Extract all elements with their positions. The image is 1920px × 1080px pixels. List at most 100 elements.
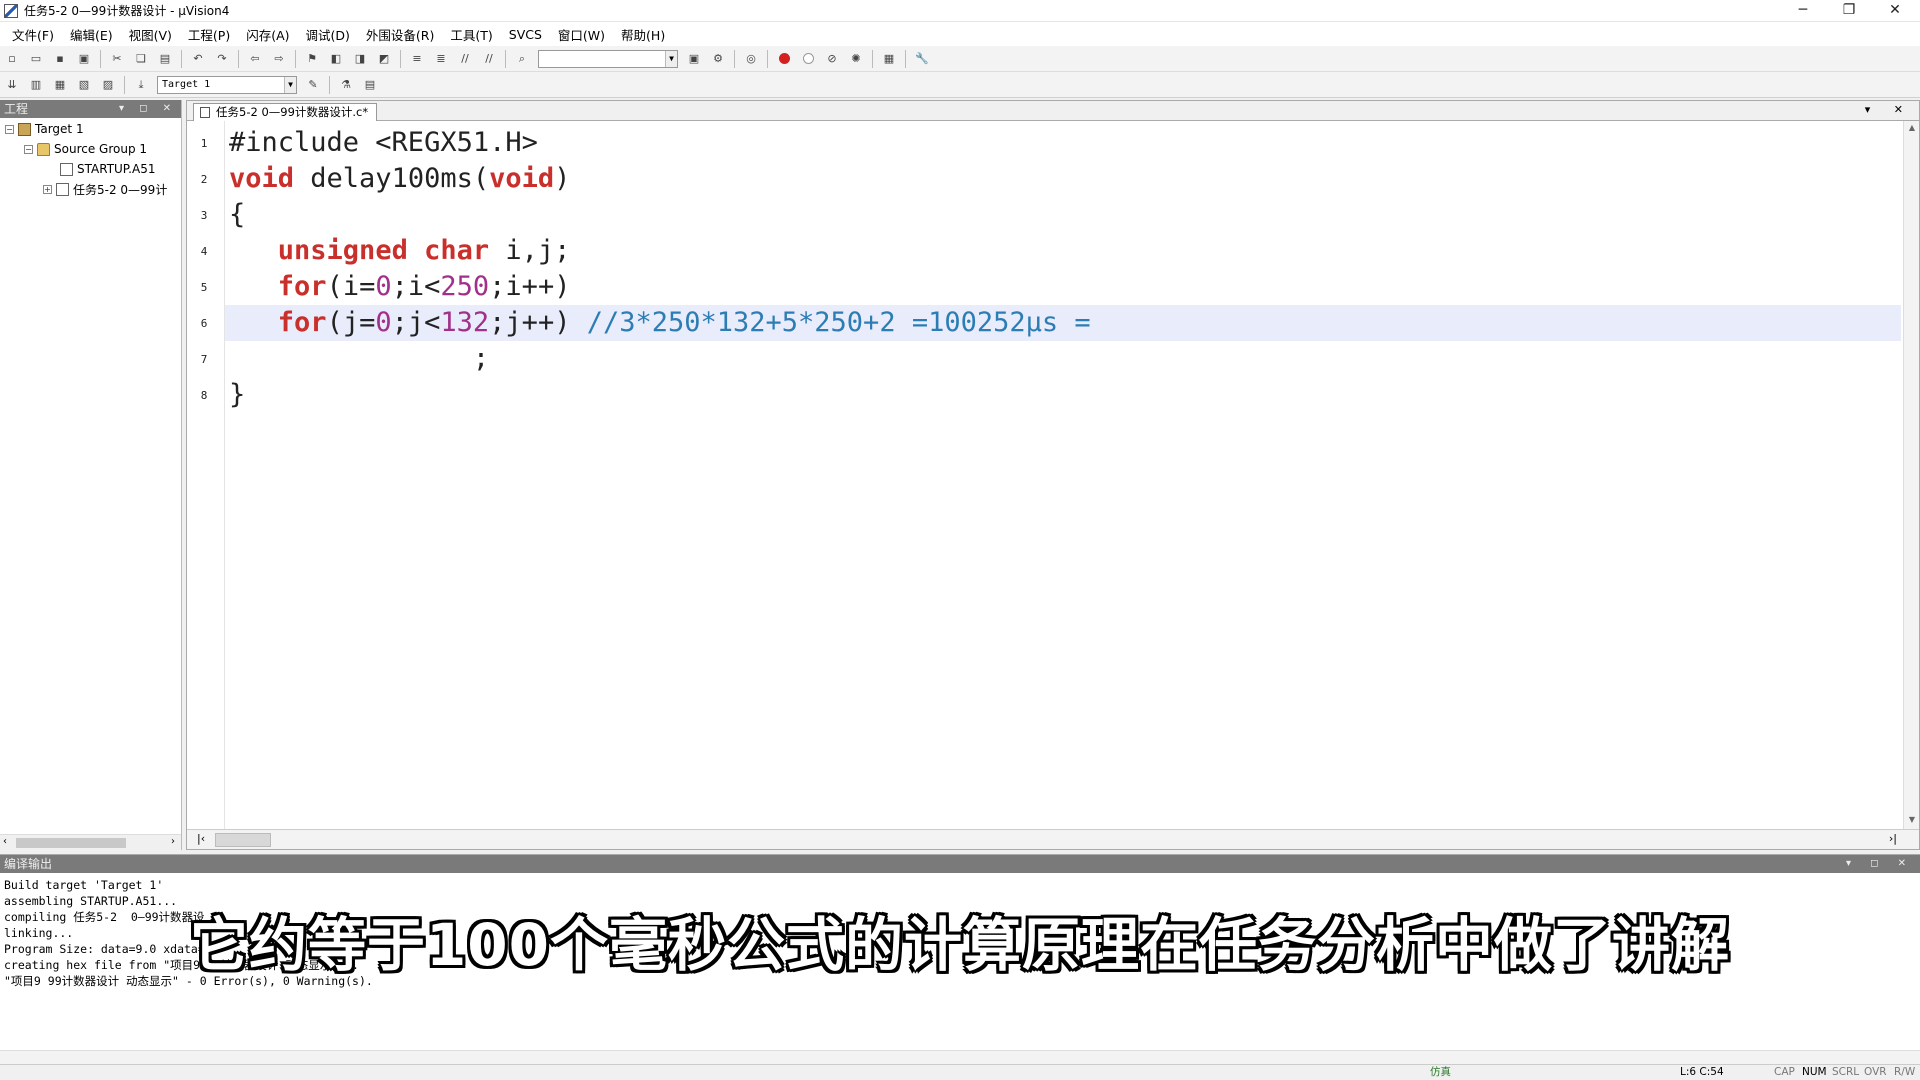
target-options-icon[interactable]: ✎ xyxy=(303,75,323,95)
line-number: 1 xyxy=(200,137,208,150)
find-in-files-icon[interactable]: ⌕ xyxy=(512,49,532,69)
overwrite-indicator: OVR xyxy=(1864,1066,1887,1078)
separator xyxy=(872,49,873,68)
copy-icon[interactable]: ❏ xyxy=(131,49,151,69)
scroll-thumb[interactable] xyxy=(16,838,126,848)
bookmark-clear-icon[interactable]: ◩ xyxy=(374,49,394,69)
output-hscrollbar[interactable] xyxy=(0,1050,1920,1064)
comment-icon[interactable]: // xyxy=(455,49,475,69)
code-line: } xyxy=(229,379,246,410)
books-icon[interactable]: ▤ xyxy=(360,75,380,95)
incremental-find-icon[interactable]: ⚙ xyxy=(708,49,728,69)
unindent-icon[interactable]: ≣ xyxy=(431,49,451,69)
indent-icon[interactable]: ≡ xyxy=(407,49,427,69)
status-bar: 仿真 L:6 C:54 CAP NUM SCRL OVR R/W xyxy=(0,1064,1920,1080)
editor-vscrollbar[interactable]: ▲ ▼ xyxy=(1903,121,1919,829)
manage-components-icon[interactable]: ⚗ xyxy=(336,75,356,95)
scroll-down-icon[interactable]: ▼ xyxy=(1906,815,1918,827)
menu-edit[interactable]: 编辑(E) xyxy=(62,25,121,44)
redo-icon[interactable]: ↷ xyxy=(212,49,232,69)
bookmark-icon[interactable]: ⚑ xyxy=(302,49,322,69)
batch-build-icon[interactable]: ▧ xyxy=(74,75,94,95)
menu-peripherals[interactable]: 外围设备(R) xyxy=(358,25,442,44)
menu-help[interactable]: 帮助(H) xyxy=(613,25,673,44)
panel-controls[interactable]: ▾ ◻ ✕ xyxy=(1846,855,1914,873)
find-icon[interactable]: ▣ xyxy=(684,49,704,69)
menu-view[interactable]: 视图(V) xyxy=(121,25,180,44)
menu-window[interactable]: 窗口(W) xyxy=(550,25,613,44)
editor-hscrollbar[interactable]: |‹ ›| xyxy=(187,829,1919,849)
cut-icon[interactable]: ✂ xyxy=(107,49,127,69)
translate-icon[interactable]: ⇊ xyxy=(2,75,22,95)
line-number: 8 xyxy=(200,389,208,402)
code-editor: 任务5-2 0—99计数器设计.c* ▾ ✕ 1 2 3 4 5 6 7 8 #… xyxy=(186,100,1920,850)
debug-start-icon[interactable]: ◎ xyxy=(741,49,761,69)
build-icon[interactable]: ▥ xyxy=(26,75,46,95)
configure-icon[interactable]: 🔧 xyxy=(912,49,932,69)
readwrite-indicator: R/W xyxy=(1894,1066,1916,1078)
tab-controls[interactable]: ▾ ✕ xyxy=(1865,103,1913,116)
menu-debug[interactable]: 调试(D) xyxy=(298,25,358,44)
separator xyxy=(905,49,906,68)
save-icon[interactable]: ▪ xyxy=(50,49,70,69)
scroll-right-icon[interactable]: ›| xyxy=(1889,832,1897,845)
collapse-icon[interactable]: − xyxy=(24,144,33,154)
nav-back-icon[interactable]: ⇦ xyxy=(245,49,265,69)
open-file-icon[interactable]: ▭ xyxy=(26,49,46,69)
app-icon xyxy=(4,3,18,18)
nav-forward-icon[interactable]: ⇨ xyxy=(269,49,289,69)
menu-file[interactable]: 文件(F) xyxy=(4,25,62,44)
tree-item-startup[interactable]: STARTUP.A51 xyxy=(60,160,155,178)
code-text-area[interactable]: #include <REGX51.H> void delay100ms(void… xyxy=(225,121,1901,829)
code-line: #include <REGX51.H> xyxy=(229,127,538,158)
minimize-button[interactable]: ─ xyxy=(1780,0,1826,22)
breakpoint-disable-icon[interactable]: ⊘ xyxy=(822,49,842,69)
rebuild-icon[interactable]: ▦ xyxy=(50,75,70,95)
window-layout-icon[interactable]: ▦ xyxy=(879,49,899,69)
folder-icon xyxy=(37,142,50,156)
scroll-left-icon[interactable]: |‹ xyxy=(197,832,205,845)
scroll-thumb[interactable] xyxy=(215,833,271,847)
menu-tools[interactable]: 工具(T) xyxy=(442,25,500,44)
panel-controls[interactable]: ▾ ◻ ✕ xyxy=(119,100,177,118)
menu-svcs[interactable]: SVCS xyxy=(501,27,550,42)
tree-item-target[interactable]: − Target 1 xyxy=(5,120,84,138)
line-number: 6 xyxy=(200,317,208,330)
tree-item-main-c[interactable]: + 任务5-2 0—99计 xyxy=(43,180,167,198)
breakpoint-enable-icon[interactable] xyxy=(798,49,818,69)
download-icon[interactable]: ⤓ xyxy=(131,75,151,95)
undo-icon[interactable]: ↶ xyxy=(188,49,208,69)
scroll-right-icon[interactable]: › xyxy=(171,836,175,847)
project-panel: 工程 ▾ ◻ ✕ − Target 1 − Source Group 1 STA… xyxy=(0,100,182,850)
project-hscrollbar[interactable]: ‹ › xyxy=(0,834,181,850)
tab-main-c[interactable]: 任务5-2 0—99计数器设计.c* xyxy=(193,103,378,121)
build-toolbar: ⇊ ▥ ▦ ▧ ▨ ⤓ Target 1 ▼ ✎ ⚗ ▤ xyxy=(0,72,1920,98)
new-file-icon[interactable]: ▫ xyxy=(2,49,22,69)
scroll-left-icon[interactable]: ‹ xyxy=(3,836,7,847)
target-select[interactable]: Target 1 ▼ xyxy=(157,75,297,94)
save-all-icon[interactable]: ▣ xyxy=(74,49,94,69)
find-combo[interactable]: ▼ xyxy=(538,49,678,68)
paste-icon[interactable]: ▤ xyxy=(155,49,175,69)
scroll-up-icon[interactable]: ▲ xyxy=(1906,123,1918,135)
breakpoint-insert-icon[interactable] xyxy=(774,49,794,69)
line-number: 3 xyxy=(200,209,208,222)
stop-build-icon[interactable]: ▨ xyxy=(98,75,118,95)
file-toolbar: ▫ ▭ ▪ ▣ ✂ ❏ ▤ ↶ ↷ ⇦ ⇨ ⚑ ◧ ◨ ◩ ≡ ≣ // // … xyxy=(0,46,1920,72)
separator xyxy=(505,49,506,68)
editor-tabstrip: 任务5-2 0—99计数器设计.c* ▾ ✕ xyxy=(187,101,1919,121)
uncomment-icon[interactable]: // xyxy=(479,49,499,69)
bookmark-next-icon[interactable]: ◨ xyxy=(350,49,370,69)
close-button[interactable]: ✕ xyxy=(1872,0,1918,22)
tree-item-source-group[interactable]: − Source Group 1 xyxy=(24,140,147,158)
expand-icon[interactable]: + xyxy=(43,184,52,194)
restore-button[interactable]: ❐ xyxy=(1826,0,1872,22)
breakpoint-kill-icon[interactable]: ✺ xyxy=(846,49,866,69)
menu-flash[interactable]: 闪存(A) xyxy=(238,25,297,44)
bookmark-prev-icon[interactable]: ◧ xyxy=(326,49,346,69)
collapse-icon[interactable]: − xyxy=(5,124,14,134)
menu-project[interactable]: 工程(P) xyxy=(180,25,238,44)
chevron-down-icon: ▼ xyxy=(284,76,296,93)
line-number: 7 xyxy=(200,353,208,366)
separator xyxy=(124,75,125,94)
